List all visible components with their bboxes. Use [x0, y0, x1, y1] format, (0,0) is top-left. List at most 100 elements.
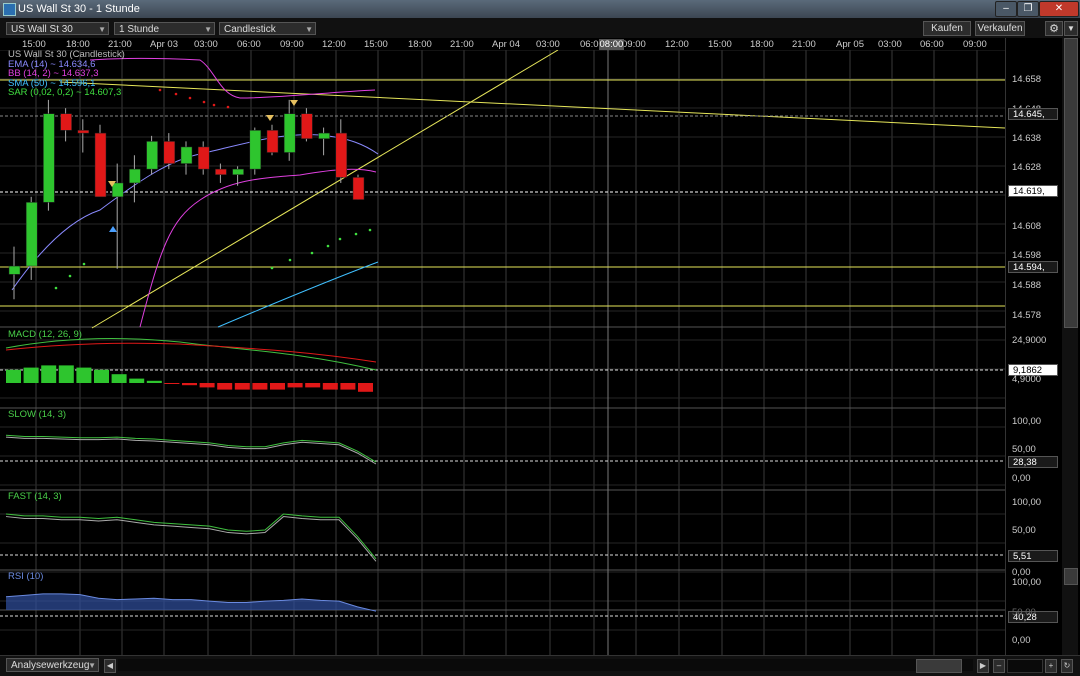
reset-icon[interactable]: ↻ [1061, 659, 1073, 673]
sma-line [217, 261, 379, 328]
candle-body [232, 168, 244, 175]
macd-bar [146, 380, 162, 383]
slow-level: 0,00 [1012, 473, 1031, 484]
bollinger-upper [89, 58, 376, 99]
fast-label: FAST (14, 3) [8, 491, 62, 502]
chart-type-select[interactable]: Candlestick ▼ [219, 22, 316, 35]
sar-dot [338, 237, 342, 241]
scroll-right-button[interactable]: ▶ [977, 659, 989, 673]
macd-bar [182, 383, 197, 386]
time-tick: 15:00 [708, 39, 732, 50]
fast-level: 50,00 [1012, 525, 1036, 536]
time-tick: 09:00 [963, 39, 987, 50]
price-label: 14.638 [1012, 133, 1042, 144]
minimize-button[interactable]: – [995, 1, 1017, 17]
chevron-down-icon: ▼ [305, 25, 313, 34]
rsi-level: 0,00 [1012, 635, 1031, 646]
price-label: 14.598 [1012, 250, 1042, 261]
macd-bar [164, 383, 180, 384]
rsi-scroll-thumb[interactable] [1064, 568, 1078, 585]
chart-canvas[interactable] [0, 50, 1005, 655]
candle-body [43, 113, 55, 203]
gear-icon[interactable]: ⚙ [1045, 21, 1063, 36]
close-button[interactable]: ✕ [1039, 1, 1079, 17]
chevron-down-icon: ▼ [98, 25, 106, 34]
macd-bar [270, 383, 285, 390]
macd-bar [111, 374, 127, 383]
sar-dot [310, 251, 314, 255]
analysis-tool-select[interactable]: Analysewerkzeug ▼ [6, 658, 99, 672]
sar-dot [188, 96, 192, 100]
candle-body [94, 132, 107, 198]
instrument-value: US Wall St 30 [11, 24, 73, 35]
sell-signal-arrow [266, 115, 274, 121]
trend-line-down [59, 81, 1005, 129]
time-tick: 06:00 [237, 39, 261, 50]
instrument-select[interactable]: US Wall St 30 ▼ [6, 22, 109, 35]
zoom-out-button[interactable]: – [993, 659, 1005, 673]
horizontal-scrollbar[interactable] [118, 659, 973, 673]
analysis-tool-value: Analysewerkzeug [11, 660, 90, 671]
zoom-in-button[interactable]: + [1045, 659, 1057, 673]
crosshair-price-box: 14.645, [1008, 108, 1058, 120]
rsi-area [6, 593, 376, 612]
candle-body [197, 146, 210, 170]
time-tick: 03:00 [194, 39, 218, 50]
time-tick: 15:00 [364, 39, 388, 50]
bottom-bar: Analysewerkzeug ▼ ◀ ▶ – + ↻ [0, 655, 1080, 676]
candle-body [8, 265, 21, 275]
chevron-down-icon[interactable]: ▼ [1064, 21, 1078, 36]
sar-dot [174, 92, 178, 96]
time-tick: 12:00 [665, 39, 689, 50]
candle-body [283, 113, 296, 153]
chevron-down-icon: ▼ [204, 25, 212, 34]
rsi-level: 100,00 [1012, 577, 1042, 588]
price-label: 14.578 [1012, 310, 1042, 321]
macd-bar [94, 369, 109, 383]
main-scroll-thumb[interactable] [1064, 38, 1078, 328]
time-tick: 12:00 [322, 39, 346, 50]
restore-button[interactable]: ❐ [1017, 1, 1039, 17]
candle-body [129, 168, 141, 184]
slow-label: SLOW (14, 3) [8, 409, 67, 420]
interval-select[interactable]: 1 Stunde ▼ [114, 22, 215, 35]
price-label: 14.608 [1012, 221, 1042, 232]
candle-body [266, 130, 279, 153]
scroll-left-button[interactable]: ◀ [104, 659, 116, 673]
zoom-track[interactable] [1007, 659, 1043, 673]
time-tick: 09:00 [280, 39, 304, 50]
macd-bar [76, 367, 92, 383]
time-tick: Apr 04 [492, 39, 520, 50]
buy-button[interactable]: Kaufen [923, 21, 971, 36]
macd-bar [234, 383, 250, 390]
chart-type-value: Candlestick [224, 24, 276, 35]
macd-bar [305, 383, 321, 388]
time-tick: Apr 05 [836, 39, 864, 50]
vertical-scrollbar[interactable] [1062, 38, 1078, 655]
macd-bar [23, 367, 39, 383]
candle-body [25, 202, 38, 267]
macd-bar [287, 383, 303, 388]
fast-level: 100,00 [1012, 497, 1042, 508]
interval-value: 1 Stunde [119, 24, 160, 35]
horizontal-scroll-thumb[interactable] [916, 659, 962, 673]
sell-button[interactable]: Verkaufen [975, 21, 1025, 36]
candle-body [335, 132, 348, 178]
price-axis[interactable]: 14.658 14.648 14.645, 14.638 14.628 14.6… [1005, 38, 1063, 655]
macd-bar [6, 369, 21, 383]
candle-body [352, 177, 365, 200]
slow-level: 50,00 [1012, 444, 1036, 455]
price-label: 14.588 [1012, 280, 1042, 291]
time-cursor-label: 06:008:00 [580, 39, 625, 50]
macd-label: MACD (12, 26, 9) [8, 329, 82, 340]
sar-dot [202, 100, 206, 104]
sar-dot [54, 286, 58, 290]
sar-dot [368, 228, 372, 232]
time-tick: 06:00 [920, 39, 944, 50]
sar-dot [270, 266, 274, 270]
last-price-box: 14.619, [1008, 185, 1058, 197]
time-tick: 03:00 [878, 39, 902, 50]
time-tick: 18:00 [408, 39, 432, 50]
sell-signal-arrow [290, 100, 298, 106]
legend-entry: SAR (0,02, 0,2) ~ 14.607,3 [8, 87, 122, 99]
